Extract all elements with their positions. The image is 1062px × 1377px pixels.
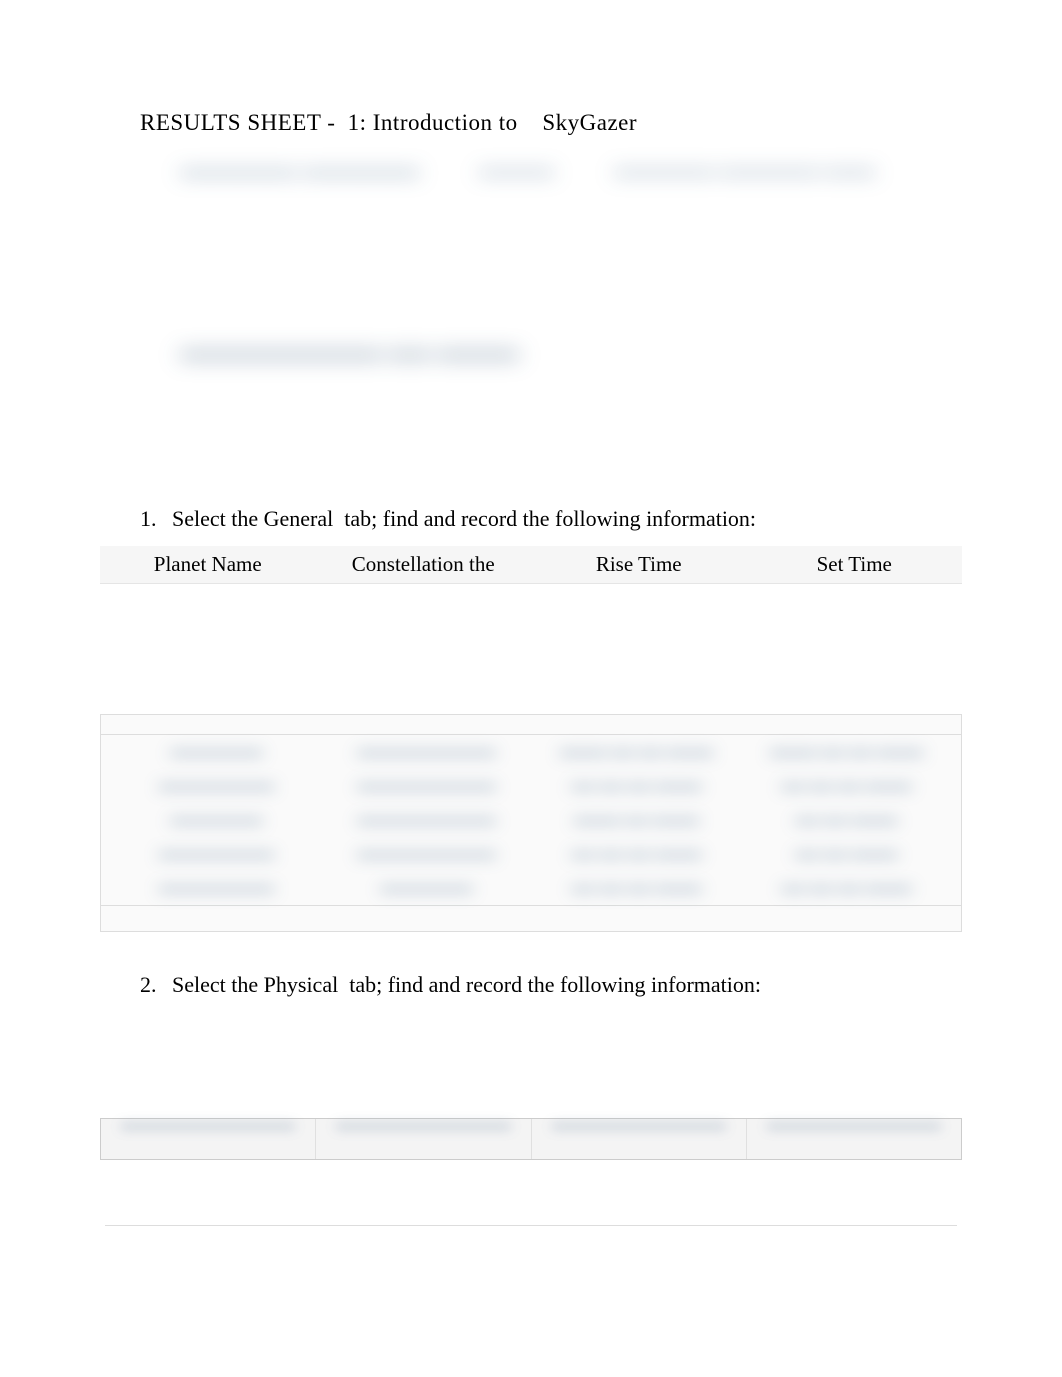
obscured-text: ————— — —— xyxy=(180,328,962,376)
obscured-header-row: ———— ———— ——— ———— ———— —— xyxy=(100,154,962,188)
obscured-text: ——— xyxy=(479,156,554,186)
obscured-cell: — — — —— xyxy=(571,875,701,902)
question-2-block: 2. Select the Physical tab; find and rec… xyxy=(100,972,962,1160)
obscured-cell: —— — — —— xyxy=(770,739,923,766)
obscured-cell: —— — —— xyxy=(574,807,699,834)
table-body: ———— —————— —— — — —— —— — — —— ————— ——… xyxy=(100,714,962,932)
obscured-header-cell xyxy=(532,1119,747,1159)
obscured-cell: —————— xyxy=(357,807,495,834)
col-header-set-time: Set Time xyxy=(747,550,963,579)
obscured-cell: ————— xyxy=(159,773,274,800)
obscured-cell: —————— xyxy=(357,773,495,800)
obscured-text: ———— ———— —— xyxy=(614,156,875,186)
obscured-cell: — — —— xyxy=(795,841,897,868)
obscured-cell: — — — —— xyxy=(571,773,701,800)
question-1-text: 1. Select the General tab; find and reco… xyxy=(140,506,962,532)
obscured-cell: ———— xyxy=(380,875,472,902)
col-header-constellation: Constellation the xyxy=(316,550,532,579)
col-header-rise-time: Rise Time xyxy=(531,550,747,579)
table-header-row: Planet Name Constellation the Rise Time … xyxy=(100,546,962,584)
obscured-cell: —— — — —— xyxy=(560,739,713,766)
obscured-cell: ———— xyxy=(170,739,262,766)
question-text: Select the Physical tab; find and record… xyxy=(172,972,761,998)
obscured-cell: —————— xyxy=(357,739,495,766)
lab-number: 1: Introduction to xyxy=(348,110,518,135)
table-row: ———— —————— —— — — —— —— — — —— xyxy=(101,735,961,769)
obscured-cell: ———— xyxy=(170,807,262,834)
obscured-cell: — — — —— xyxy=(781,875,911,902)
obscured-text: ———— ———— xyxy=(180,154,419,188)
question-text: Select the General tab; find and record … xyxy=(172,506,756,532)
table-1: Planet Name Constellation the Rise Time … xyxy=(100,546,962,932)
results-sheet-title: RESULTS SHEET - 1: Introduction to SkyGa… xyxy=(140,110,962,136)
table-spacer-row xyxy=(101,715,961,735)
obscured-cell: —————— xyxy=(357,841,495,868)
page-footer-rule xyxy=(105,1225,957,1227)
table-row: ————— ———— — — — —— — — — —— xyxy=(101,871,961,905)
results-sheet-label: RESULTS SHEET - xyxy=(140,110,335,135)
question-number: 2. xyxy=(140,972,158,998)
table-spacer-row xyxy=(101,905,961,931)
obscured-cell: ————— xyxy=(159,875,274,902)
question-number: 1. xyxy=(140,506,158,532)
table-2-header xyxy=(100,1118,962,1160)
obscured-cell: — — —— xyxy=(795,807,897,834)
document-page: RESULTS SHEET - 1: Introduction to SkyGa… xyxy=(0,0,1062,1200)
col-header-planet: Planet Name xyxy=(100,550,316,579)
table-row: ————— —————— — — — —— — — — —— xyxy=(101,769,961,803)
table-row: ———— —————— —— — —— — — —— xyxy=(101,803,961,837)
obscured-header-cell xyxy=(316,1119,531,1159)
obscured-subheader: ————— — —— xyxy=(100,328,962,376)
obscured-header-cell xyxy=(747,1119,961,1159)
question-1-block: 1. Select the General tab; find and reco… xyxy=(100,506,962,932)
question-2-text: 2. Select the Physical tab; find and rec… xyxy=(140,972,962,998)
table-row: ————— —————— — — — —— — — —— xyxy=(101,837,961,871)
lab-name: SkyGazer xyxy=(542,110,637,135)
obscured-header-cell xyxy=(101,1119,316,1159)
obscured-cell: — — — —— xyxy=(781,773,911,800)
obscured-cell: — — — —— xyxy=(571,841,701,868)
obscured-cell: ————— xyxy=(159,841,274,868)
